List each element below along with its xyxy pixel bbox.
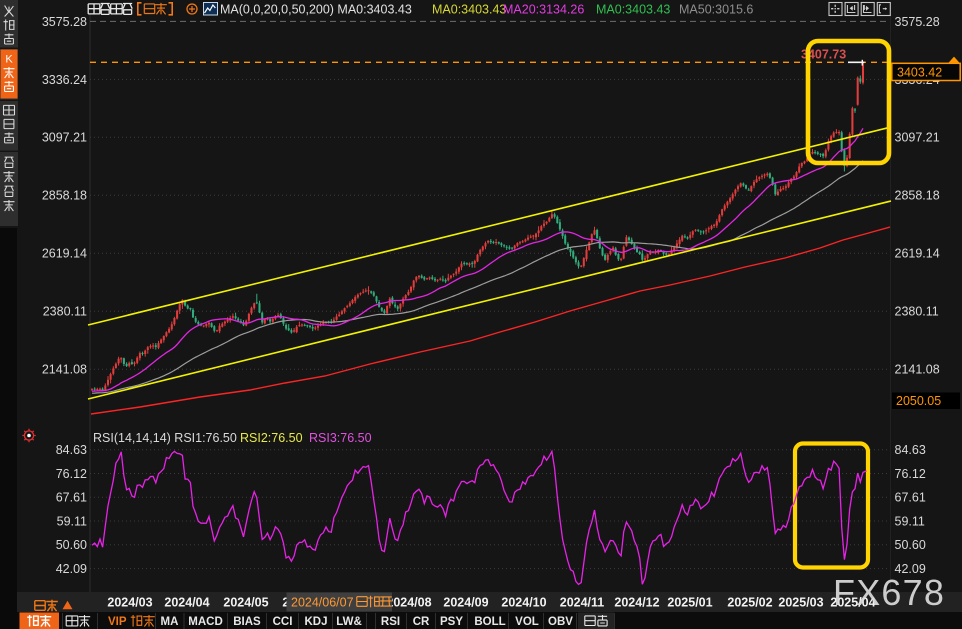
svg-text:42.09: 42.09 (56, 562, 87, 576)
svg-text:67.61: 67.61 (895, 491, 926, 505)
svg-text:OBV: OBV (548, 616, 573, 628)
svg-text:BOLL: BOLL (474, 616, 505, 628)
svg-text:3403.42: 3403.42 (897, 66, 942, 80)
svg-text:76.12: 76.12 (895, 467, 926, 481)
svg-text:59.11: 59.11 (57, 514, 87, 528)
svg-text:3097.21: 3097.21 (895, 131, 940, 145)
svg-text:3097.21: 3097.21 (42, 131, 87, 145)
svg-text:2024/12: 2024/12 (614, 596, 659, 610)
svg-text:2619.14: 2619.14 (42, 247, 87, 261)
svg-text:3575.28: 3575.28 (895, 15, 940, 29)
svg-text:RSI3:76.50: RSI3:76.50 (309, 431, 372, 445)
svg-text:50.60: 50.60 (895, 538, 926, 552)
svg-text:FX678: FX678 (833, 572, 945, 613)
svg-text:2024/04: 2024/04 (164, 596, 209, 610)
svg-text:MA0:3403.43: MA0:3403.43 (432, 2, 506, 16)
svg-text:2025/01: 2025/01 (667, 596, 712, 610)
svg-text:67.61: 67.61 (56, 491, 87, 505)
svg-text:2858.18: 2858.18 (895, 189, 940, 203)
svg-text:MA: MA (161, 616, 179, 628)
svg-text:2858.18: 2858.18 (42, 189, 87, 203)
svg-text:MACD: MACD (188, 616, 223, 628)
svg-text:KDJ: KDJ (304, 616, 327, 628)
svg-text:2024/10: 2024/10 (501, 596, 546, 610)
svg-text:RSI(14,14,14) RSI1:76.50: RSI(14,14,14) RSI1:76.50 (93, 431, 237, 445)
svg-text:2380.11: 2380.11 (43, 305, 87, 319)
svg-text:BIAS: BIAS (233, 616, 261, 628)
svg-text:2050.05: 2050.05 (896, 394, 941, 408)
svg-text:2024/03: 2024/03 (107, 596, 152, 610)
svg-text:CCI: CCI (273, 616, 293, 628)
svg-text:76.12: 76.12 (56, 467, 87, 481)
svg-text:2025/02: 2025/02 (727, 596, 772, 610)
svg-text:MA50:3015.6: MA50:3015.6 (679, 2, 753, 16)
svg-text:K: K (5, 54, 13, 66)
svg-text:84.63: 84.63 (56, 443, 87, 457)
svg-text:84.63: 84.63 (895, 443, 926, 457)
svg-text:RSI: RSI (381, 616, 400, 628)
svg-text:3575.28: 3575.28 (42, 15, 87, 29)
svg-text:MA(0,0,20,0,50,200) MA0:3403.: MA(0,0,20,0,50,200) MA0:3403.43 (220, 2, 412, 16)
svg-text:59.11: 59.11 (895, 514, 925, 528)
svg-text:VIP: VIP (108, 616, 127, 628)
svg-text:2024/05: 2024/05 (223, 596, 268, 610)
svg-text:VOL: VOL (515, 616, 539, 628)
svg-text:2141.08: 2141.08 (895, 363, 940, 377)
svg-text:2024/06/07: 2024/06/07 (291, 596, 354, 610)
svg-text:CR: CR (413, 616, 430, 628)
svg-text:MA20:3134.26: MA20:3134.26 (503, 2, 584, 16)
svg-text:2141.08: 2141.08 (42, 363, 87, 377)
svg-text:LW&: LW& (336, 616, 362, 628)
svg-text:MA0:3403.43: MA0:3403.43 (596, 2, 670, 16)
svg-text:PSY: PSY (440, 616, 463, 628)
svg-text:2024/08: 2024/08 (386, 596, 431, 610)
svg-text:2025/03: 2025/03 (778, 596, 823, 610)
svg-text:2380.11: 2380.11 (895, 305, 939, 319)
svg-text:RSI2:76.50: RSI2:76.50 (240, 431, 303, 445)
svg-text:3336.24: 3336.24 (42, 73, 87, 87)
svg-text:2024/11: 2024/11 (560, 596, 605, 610)
svg-text:2619.14: 2619.14 (895, 247, 940, 261)
svg-text:50.60: 50.60 (56, 538, 87, 552)
svg-text:2024/09: 2024/09 (443, 596, 488, 610)
